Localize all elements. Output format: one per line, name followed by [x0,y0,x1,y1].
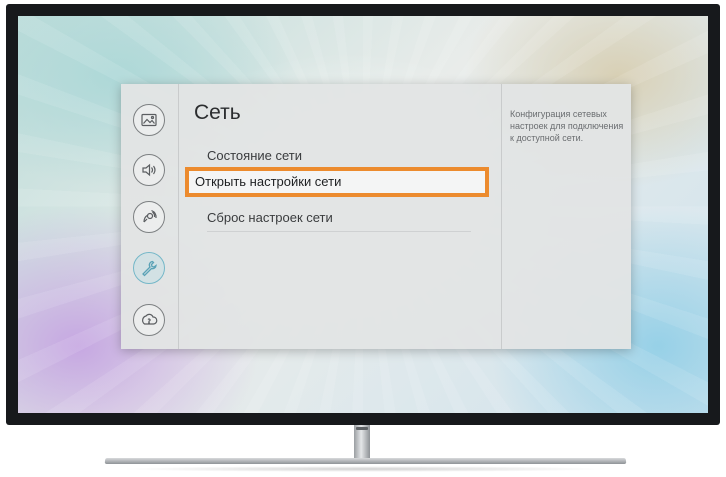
settings-sidebar [121,84,179,349]
network-menu-column: Сеть Состояние сети Открыть настройки се… [179,84,502,349]
page-title: Сеть [194,101,241,124]
tv-photo: Сеть Состояние сети Открыть настройки се… [0,0,726,477]
description-column: Конфигурация сетевых настроек для подклю… [502,84,631,349]
sound-icon[interactable] [133,154,165,186]
brand-logo [356,427,368,430]
tv-stand-base-right [357,458,627,464]
stand-shadow [120,466,610,472]
broadcast-icon[interactable] [133,201,165,233]
support-icon[interactable] [133,304,165,336]
menu-item-open-network-settings[interactable]: Открыть настройки сети [185,167,489,197]
picture-icon[interactable] [133,104,165,136]
menu-item-network-status[interactable]: Состояние сети [207,148,302,163]
tv-stand-neck [354,425,370,459]
tv-stand-base-left [104,458,368,464]
wrench-icon[interactable] [133,252,165,284]
tv-screen: Сеть Состояние сети Открыть настройки се… [18,16,708,413]
divider [207,231,471,232]
item-description: Конфигурация сетевых настроек для подклю… [510,109,624,143]
menu-item-reset-network[interactable]: Сброс настроек сети [207,210,333,225]
settings-menu-panel: Сеть Состояние сети Открыть настройки се… [121,84,631,349]
tv-bezel: Сеть Состояние сети Открыть настройки се… [6,4,720,425]
